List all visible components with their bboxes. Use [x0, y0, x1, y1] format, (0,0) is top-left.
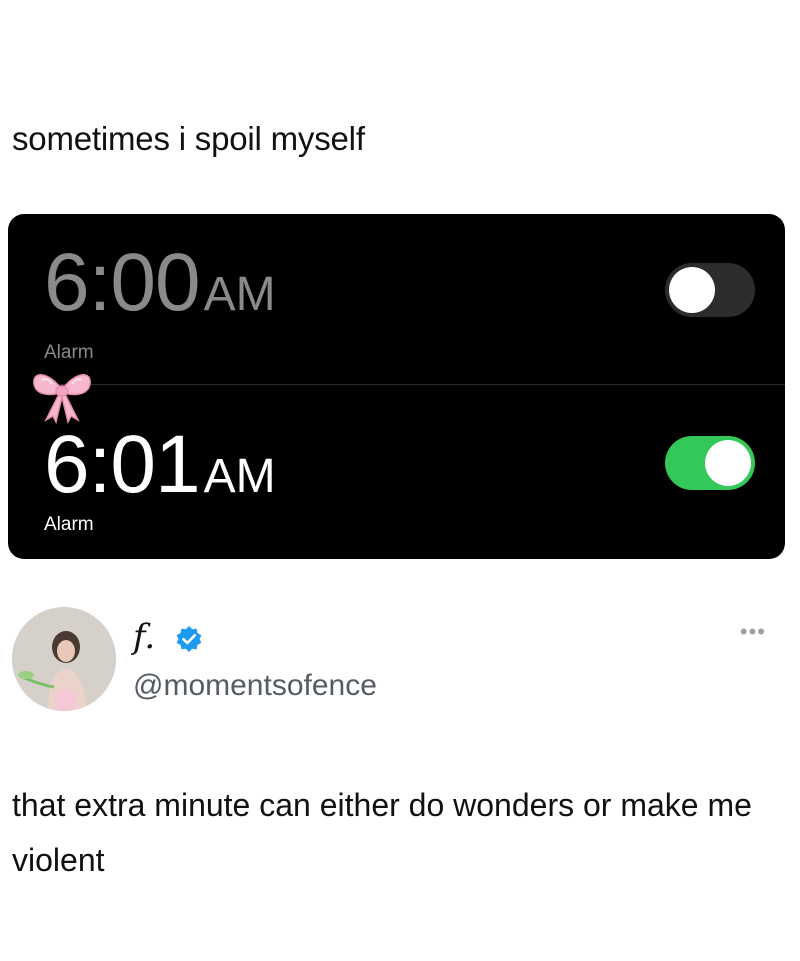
alarm-time-digits: 6:01	[44, 419, 201, 510]
alarm-label: Alarm	[44, 342, 94, 363]
alarm-row-enabled[interactable]: 6:01AM Alarm	[8, 384, 785, 559]
alarm-time: 6:01AM	[44, 424, 276, 506]
verified-badge-icon	[176, 626, 202, 652]
alarm-time-ampm: AM	[203, 450, 276, 503]
alarm-time: 6:00AM	[44, 242, 276, 324]
alarm-list: 6:00AM Alarm 6:01AM Alarm	[8, 214, 785, 559]
alarm-toggle-off[interactable]	[665, 263, 755, 317]
alarm-label: Alarm	[44, 514, 94, 535]
toggle-knob	[705, 440, 751, 486]
tweet-text: that extra minute can either do wonders …	[12, 787, 752, 878]
tweet-author: f. @momentsofence •••	[12, 607, 788, 717]
meme-caption: sometimes i spoil myself	[12, 120, 365, 157]
avatar[interactable]	[12, 607, 116, 711]
alarm-toggle-on[interactable]	[665, 436, 755, 490]
more-options-icon[interactable]: •••	[740, 621, 766, 643]
user-handle[interactable]: @momentsofence	[133, 669, 377, 703]
display-name[interactable]: f.	[133, 617, 155, 657]
alarm-row-disabled[interactable]: 6:00AM Alarm	[8, 214, 785, 384]
alarm-time-digits: 6:00	[44, 237, 201, 328]
pink-ribbon-bow-icon	[33, 374, 91, 425]
alarm-time-ampm: AM	[203, 268, 276, 321]
toggle-knob	[669, 267, 715, 313]
